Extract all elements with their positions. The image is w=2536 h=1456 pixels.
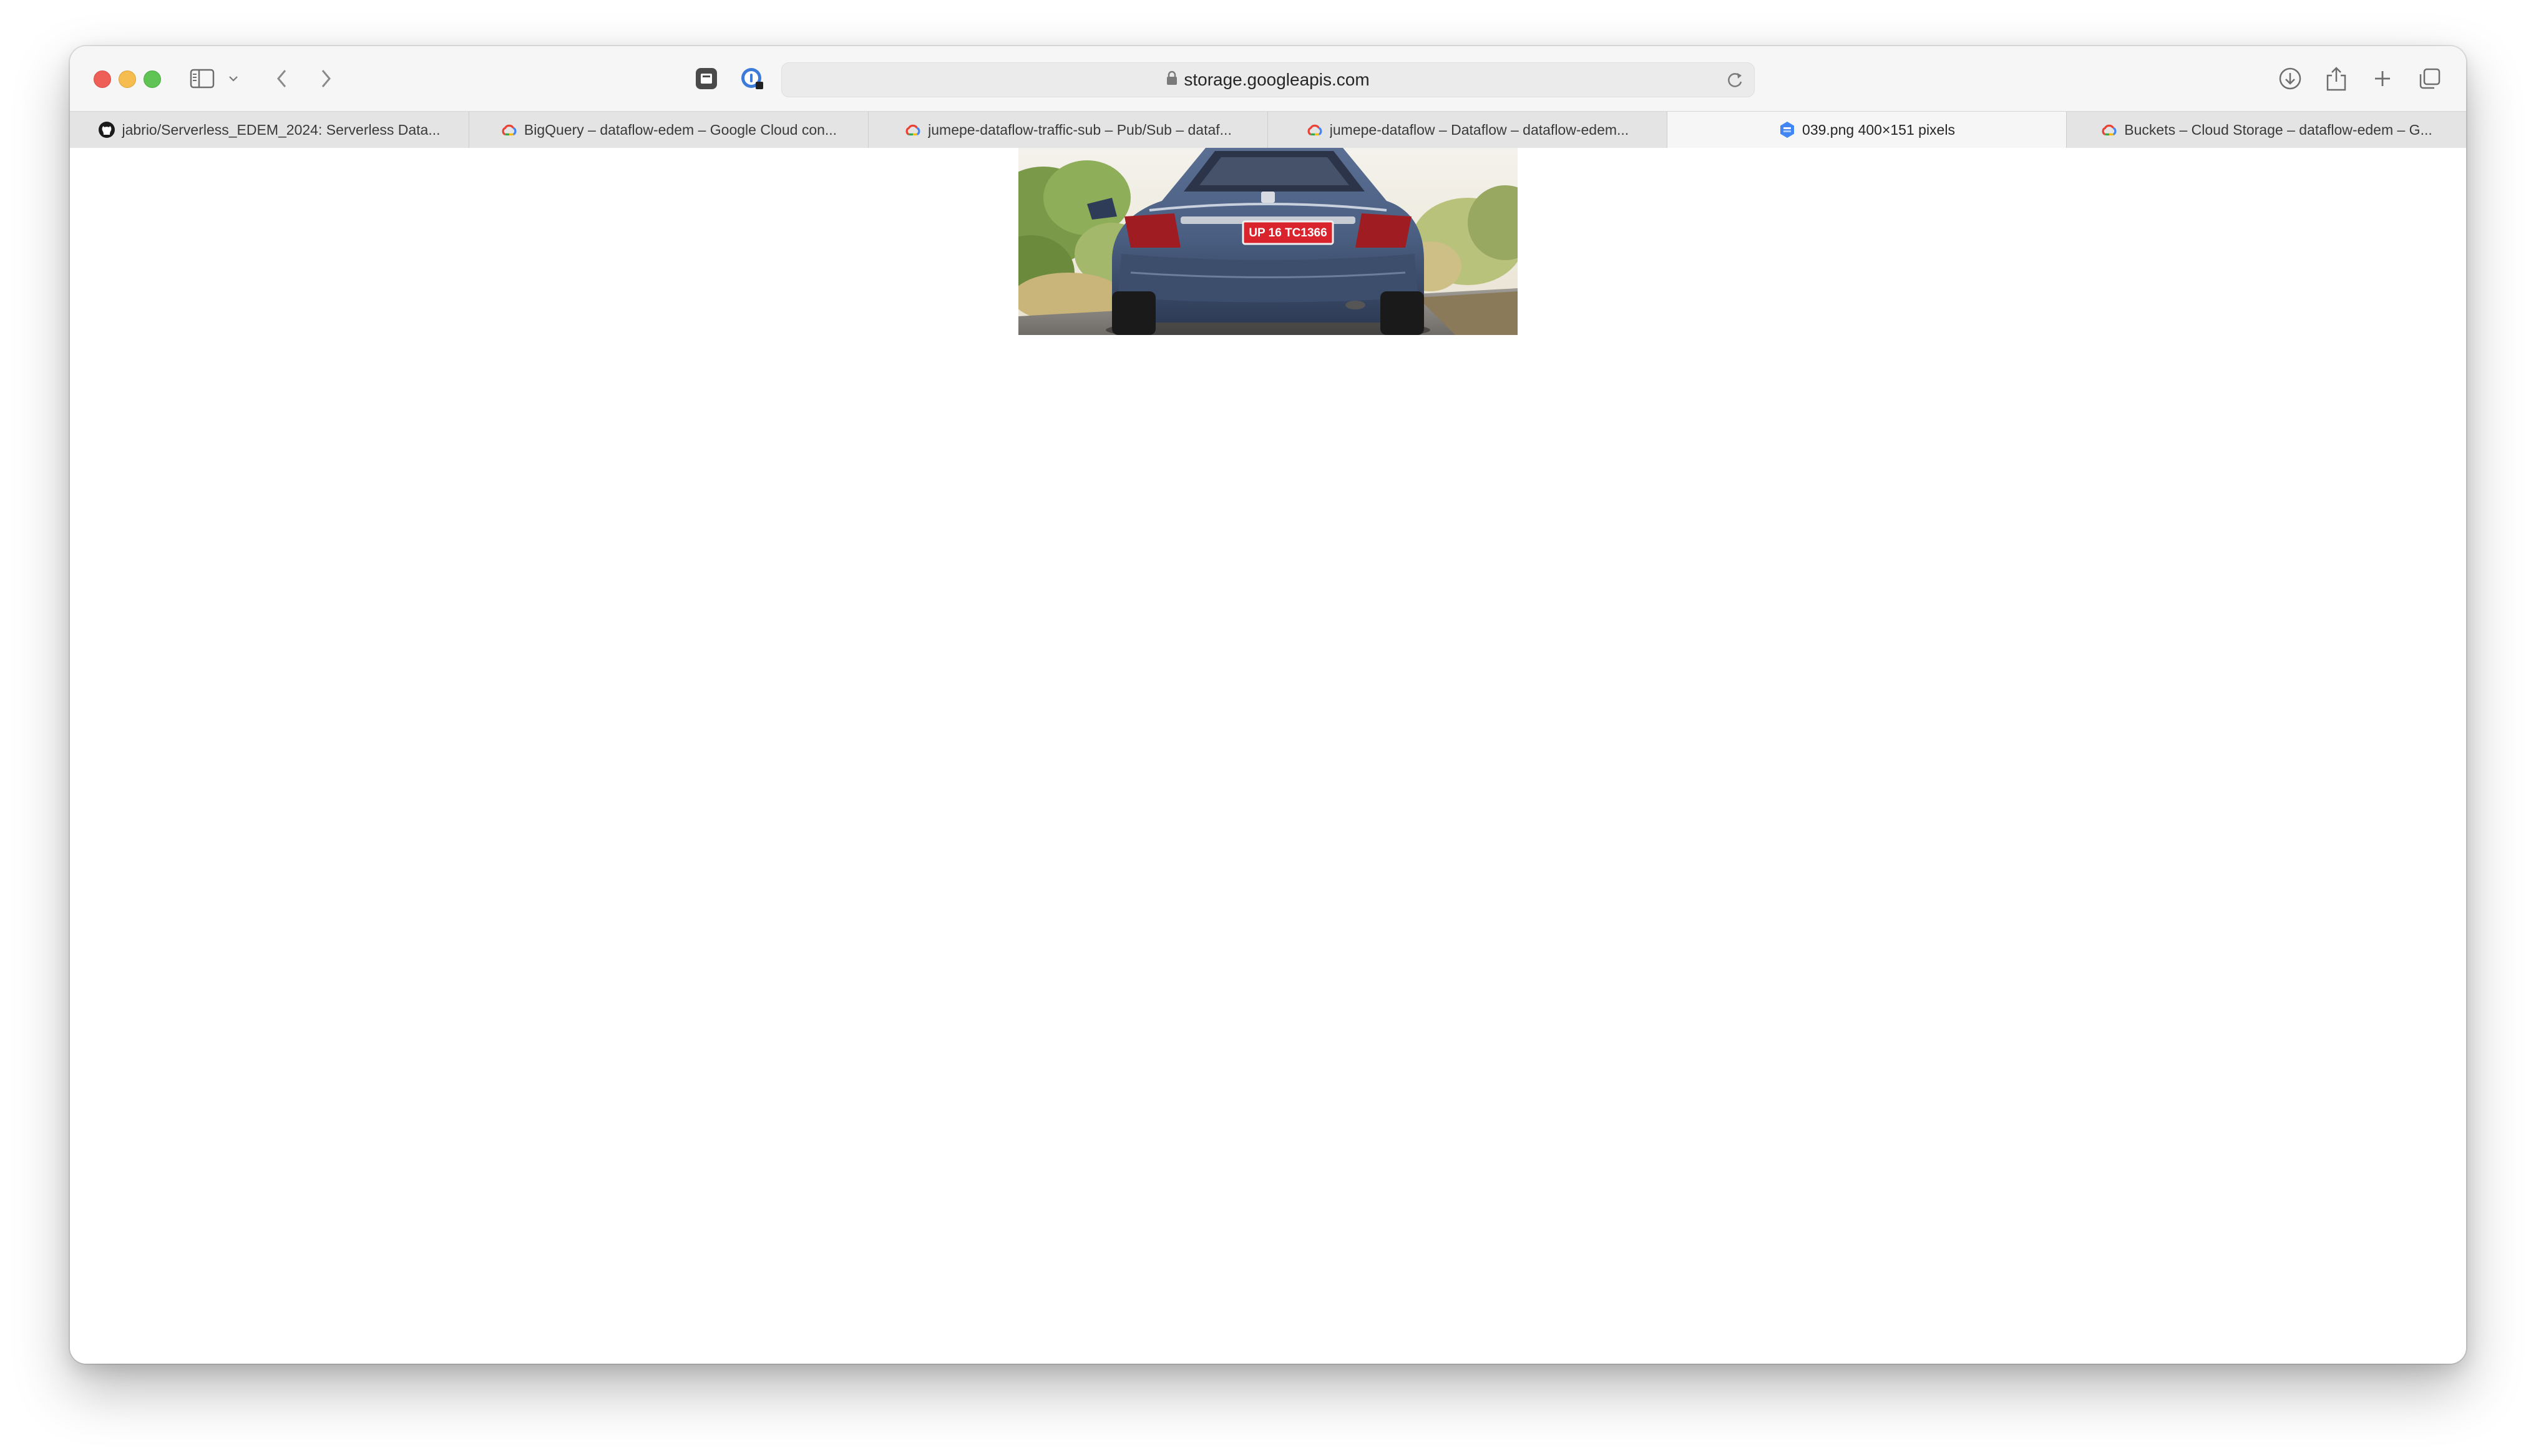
tab-image-039[interactable]: 039.png 400×151 pixels — [1667, 112, 2067, 148]
tab-bar: jabrio/Serverless_EDEM_2024: Serverless … — [70, 111, 2466, 148]
tab-buckets[interactable]: Buckets – Cloud Storage – dataflow-edem … — [2067, 112, 2466, 148]
google-cloud-icon — [904, 121, 922, 138]
tab-label: 039.png 400×151 pixels — [1802, 121, 1955, 138]
google-cloud-icon — [1306, 121, 1324, 138]
tab-label: Buckets – Cloud Storage – dataflow-edem … — [2124, 121, 2432, 138]
new-tab-plus-icon[interactable] — [2369, 65, 2396, 92]
password-manager-icon[interactable] — [739, 65, 766, 92]
tab-github[interactable]: jabrio/Serverless_EDEM_2024: Serverless … — [70, 112, 469, 148]
browser-toolbar: storage.googleapis.com — [70, 46, 2466, 111]
lock-icon — [1166, 70, 1178, 90]
close-window-button[interactable] — [94, 70, 111, 88]
tab-pubsub[interactable]: jumepe-dataflow-traffic-sub – Pub/Sub – … — [869, 112, 1268, 148]
google-storage-icon — [1778, 121, 1796, 138]
reader-extension-icon[interactable] — [693, 65, 720, 92]
tab-overview-icon[interactable] — [2416, 65, 2444, 92]
address-bar[interactable]: storage.googleapis.com — [781, 62, 1755, 97]
github-icon — [98, 121, 115, 138]
google-cloud-icon — [500, 121, 518, 138]
maximize-window-button[interactable] — [144, 70, 161, 88]
tab-label: BigQuery – dataflow-edem – Google Cloud … — [524, 121, 837, 138]
tab-label: jumepe-dataflow – Dataflow – dataflow-ed… — [1329, 121, 1629, 138]
reload-icon[interactable] — [1724, 69, 1745, 90]
address-text: storage.googleapis.com — [1184, 70, 1370, 89]
tab-dataflow[interactable]: jumepe-dataflow – Dataflow – dataflow-ed… — [1268, 112, 1667, 148]
minimize-window-button[interactable] — [119, 70, 136, 88]
sidebar-toggle-icon[interactable] — [188, 65, 216, 92]
car-photo[interactable]: UP 16 TC1366 — [1018, 148, 1518, 335]
tab-bigquery[interactable]: BigQuery – dataflow-edem – Google Cloud … — [469, 112, 869, 148]
downloads-icon[interactable] — [2276, 65, 2304, 92]
google-cloud-icon — [2100, 121, 2118, 138]
forward-arrow-icon[interactable] — [312, 65, 339, 92]
share-icon[interactable] — [2323, 65, 2350, 92]
browser-window: storage.googleapis.com jabrio/Serverless… — [70, 46, 2466, 1364]
tab-label: jumepe-dataflow-traffic-sub – Pub/Sub – … — [928, 121, 1232, 138]
tab-label: jabrio/Serverless_EDEM_2024: Serverless … — [122, 121, 441, 138]
license-plate-text: UP 16 TC1366 — [1249, 226, 1327, 240]
back-arrow-icon[interactable] — [268, 65, 296, 92]
page-content: UP 16 TC1366 — [70, 148, 2466, 1364]
chevron-down-icon[interactable] — [226, 65, 241, 92]
